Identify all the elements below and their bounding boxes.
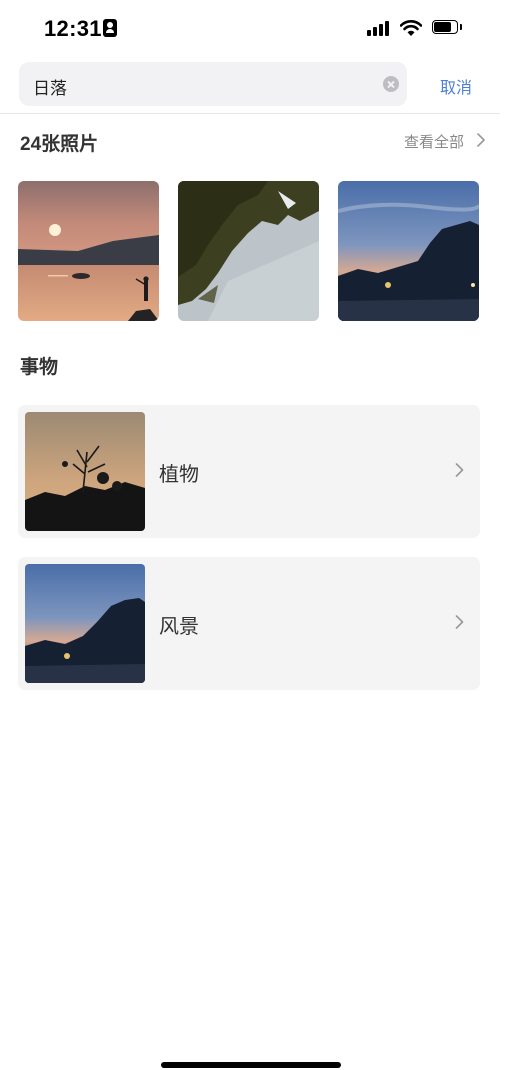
category-card-scenery[interactable]: 风景 [18,557,480,690]
battery-icon [432,20,464,36]
photo-thumbnail-tree-reflection[interactable] [178,181,319,321]
contact-badge-icon [103,19,117,37]
see-all-button[interactable]: 查看全部 [404,131,464,152]
cancel-button[interactable]: 取消 [440,74,472,98]
status-time: 12:31 [44,16,102,41]
chevron-right-icon [455,463,464,477]
battery-level [434,22,451,32]
category-label-scenery: 风景 [159,616,199,638]
search-input[interactable]: 日落 [19,62,407,106]
photo-thumbnail-dusk-landscape[interactable] [338,181,479,321]
clear-search-icon[interactable] [383,76,399,92]
category-label-plants: 植物 [159,464,199,486]
status-bar: 12:31 [0,0,511,56]
category-thumbnail-plants [25,412,145,531]
chevron-right-icon [455,615,464,629]
chevron-right-icon[interactable] [476,133,486,147]
things-section-title: 事物 [20,357,59,378]
wifi-icon [400,20,422,36]
search-query-text[interactable]: 日落 [33,74,67,99]
cellular-signal-icon [367,20,391,36]
category-card-plants[interactable]: 植物 [18,405,480,538]
category-thumbnail-scenery [25,564,145,683]
home-indicator[interactable] [161,1062,341,1068]
photo-thumbnail-sunset-lake[interactable] [18,181,159,321]
divider [0,113,500,114]
photos-section-title: 24张照片 [20,134,99,155]
